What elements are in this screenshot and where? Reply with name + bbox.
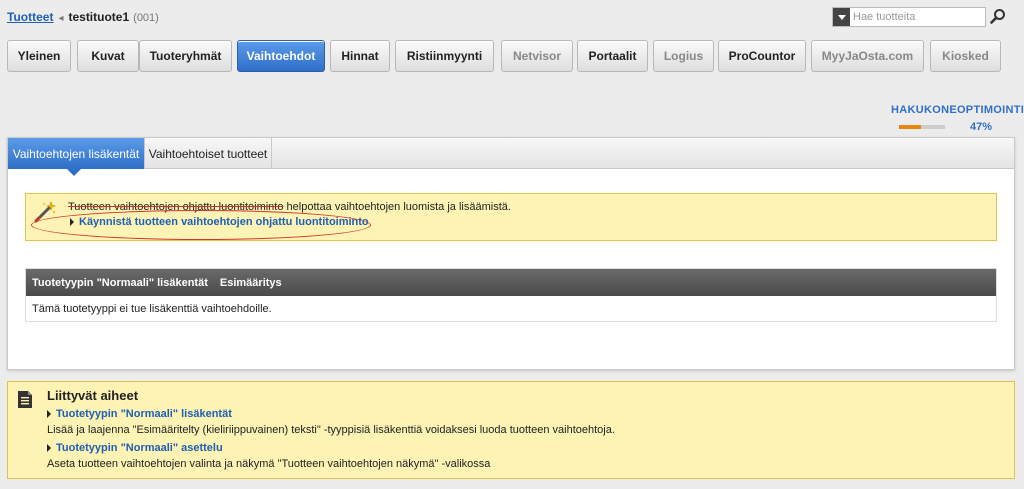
seo-progress-fill	[899, 125, 921, 129]
seo-progress-bar	[899, 125, 945, 129]
arrow-right-icon	[47, 444, 51, 452]
fields-table: Tuotetyypin "Normaali" lisäkentät Esimää…	[25, 268, 997, 322]
fields-table-title: Tuotetyypin "Normaali" lisäkentät	[32, 276, 208, 289]
wizard-description: Tuotteen vaihtoehtojen ohjattu luontitoi…	[68, 201, 511, 213]
arrow-right-icon	[47, 410, 51, 418]
search-scope-dropdown-icon[interactable]	[833, 8, 850, 26]
related-link-layout[interactable]: Tuotetyypin "Normaali" asettelu	[47, 442, 223, 454]
fields-table-empty-row: Tämä tuotetyyppi ei tue lisäkenttiä vaih…	[32, 303, 272, 315]
related-link-layout-label: Tuotetyypin "Normaali" asettelu	[56, 442, 223, 454]
related-desc-fields: Lisää ja laajenna "Esimääritelty (kielir…	[47, 424, 615, 436]
document-icon	[18, 391, 32, 408]
start-wizard-link[interactable]: Käynnistä tuotteen vaihtoehtojen ohjattu…	[70, 216, 369, 228]
tab-logius[interactable]: Logius	[653, 40, 714, 72]
arrow-right-icon	[70, 218, 74, 226]
magic-wand-icon	[34, 201, 56, 223]
search-box	[832, 7, 986, 27]
seo-widget[interactable]: HAKUKONEOPTIMOINTI 47%	[891, 104, 1024, 133]
wizard-description-struck: Tuotteen vaihtoehtojen ohjattu luontitoi…	[68, 201, 284, 213]
fields-table-subtitle: Esimääritys	[219, 276, 282, 289]
wizard-note: Tuotteen vaihtoehtojen ohjattu luontitoi…	[25, 193, 997, 241]
tab-tuoteryhmat[interactable]: Tuoteryhmät	[139, 40, 232, 72]
top-bar: Tuotteet ◂ testituote1 (001)	[0, 0, 1024, 34]
panel-tabs: Vaihtoehtojen lisäkentät Vaihtoehtoiset …	[8, 138, 1014, 176]
search-icon[interactable]	[990, 8, 1006, 24]
seo-percent: 47%	[970, 121, 993, 133]
product-code: (001)	[133, 12, 159, 24]
search-input[interactable]	[850, 8, 984, 26]
tab-hinnat[interactable]: Hinnat	[330, 40, 390, 72]
breadcrumb: Tuotteet ◂ testituote1 (001)	[7, 10, 159, 24]
start-wizard-label: Käynnistä tuotteen vaihtoehtojen ohjattu…	[79, 216, 369, 228]
related-link-fields-label: Tuotetyypin "Normaali" lisäkentät	[56, 408, 232, 420]
tab-vaihtoehtojen-lisakentat[interactable]: Vaihtoehtojen lisäkentät	[8, 138, 145, 176]
related-desc-layout: Aseta tuotteen vaihtoehtojen valinta ja …	[47, 458, 491, 470]
options-panel: Vaihtoehtojen lisäkentät Vaihtoehtoiset …	[7, 137, 1015, 370]
tab-ristiinmyynti[interactable]: Ristiinmyynti	[395, 40, 494, 72]
tab-myyjaosta[interactable]: MyyJaOsta.com	[811, 40, 924, 72]
fields-table-header: Tuotetyypin "Normaali" lisäkentät Esimää…	[26, 269, 996, 296]
related-title: Liittyvät aiheet	[47, 388, 139, 403]
breadcrumb-root-link[interactable]: Tuotteet	[7, 10, 53, 24]
related-link-fields[interactable]: Tuotetyypin "Normaali" lisäkentät	[47, 408, 232, 420]
tab-portaalit[interactable]: Portaalit	[577, 40, 648, 72]
tab-vaihtoehdot[interactable]: Vaihtoehdot	[237, 40, 325, 72]
wizard-description-rest: helpottaa vaihtoehtojen luomista ja lisä…	[283, 201, 511, 213]
product-name: testituote1	[68, 10, 130, 24]
seo-label: HAKUKONEOPTIMOINTI	[891, 104, 1024, 116]
tab-netvisor[interactable]: Netvisor	[501, 40, 573, 72]
tab-kuvat[interactable]: Kuvat	[77, 40, 139, 72]
breadcrumb-separator-icon: ◂	[58, 13, 64, 24]
tab-kiosked[interactable]: Kiosked	[930, 40, 1001, 72]
tab-yleinen[interactable]: Yleinen	[7, 40, 71, 72]
related-topics: Liittyvät aiheet Tuotetyypin "Normaali" …	[7, 381, 1015, 479]
tab-vaihtoehtoiset-tuotteet[interactable]: Vaihtoehtoiset tuotteet	[145, 138, 272, 169]
tab-procountor[interactable]: ProCountor	[718, 40, 806, 72]
